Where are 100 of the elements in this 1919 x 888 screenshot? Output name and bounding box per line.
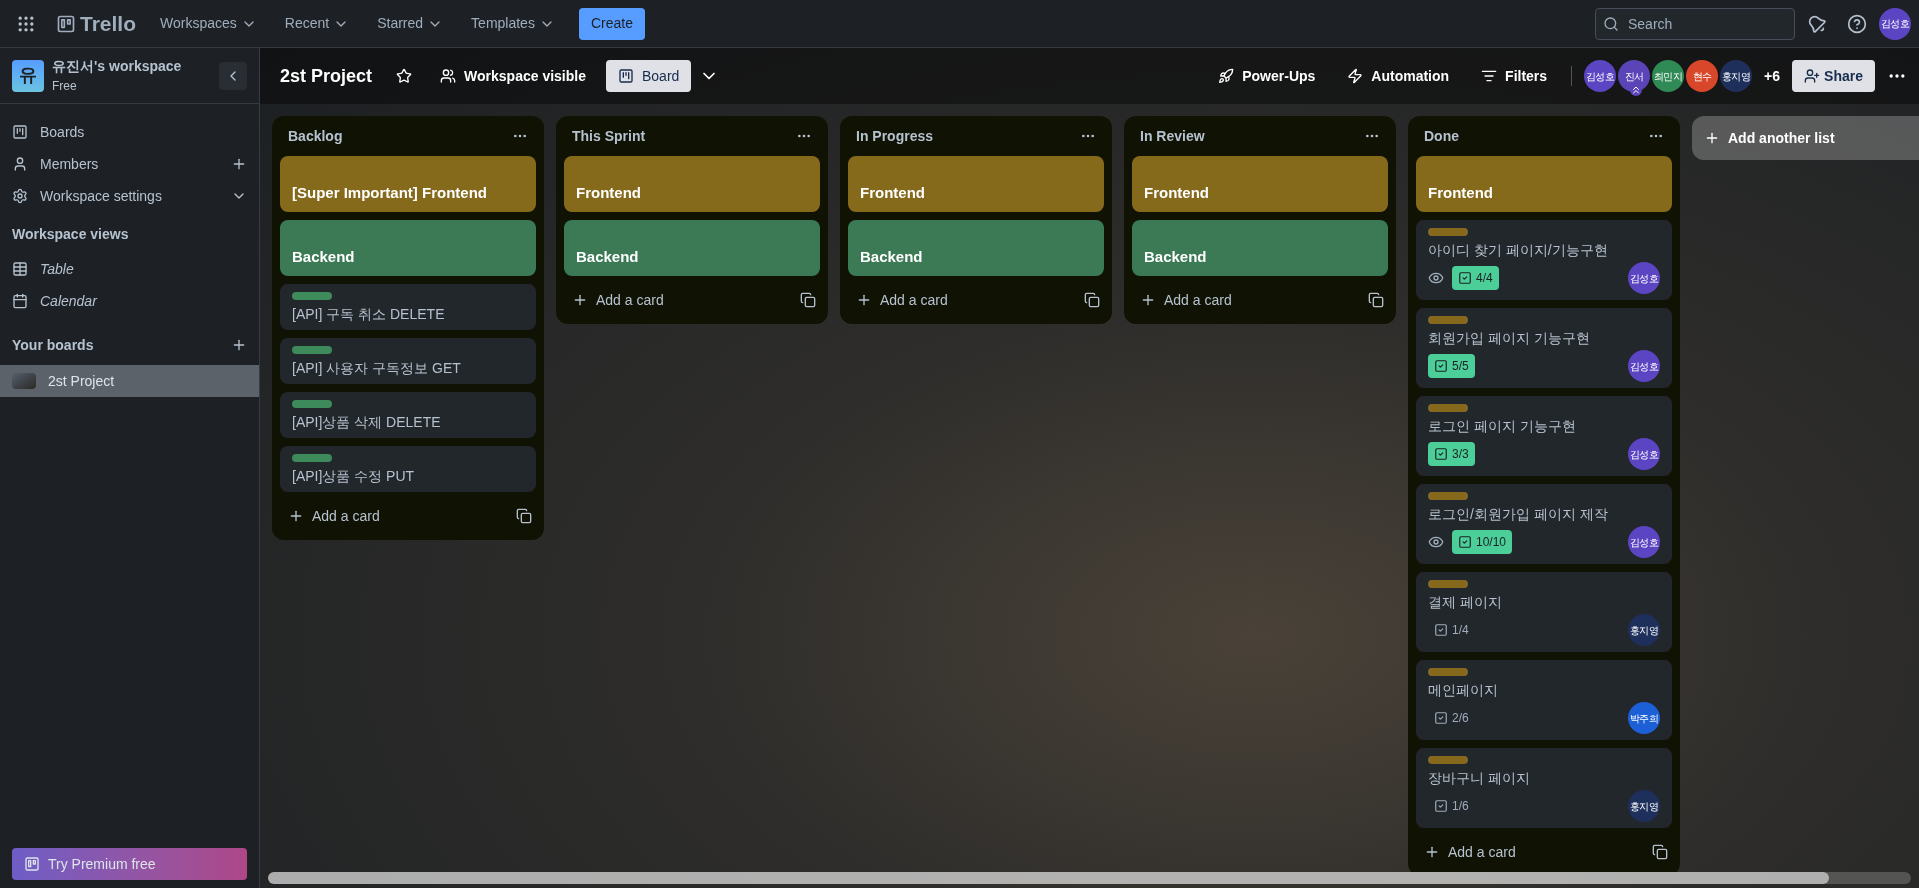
checklist-icon [1434, 799, 1448, 813]
sidebar-item[interactable]: Workspace settings [40, 185, 219, 207]
card-title: 회원가입 페이지 기능구현 [1428, 329, 1591, 348]
card-cover[interactable]: Backend [848, 220, 1104, 276]
card[interactable]: 결제 페이지 1/4 홍지영 [1416, 572, 1672, 652]
template-icon[interactable] [1652, 844, 1668, 860]
add-list-button[interactable]: Add another list [1692, 116, 1919, 160]
board-item[interactable]: 2st Project [0, 365, 259, 397]
card-cover[interactable]: Frontend [1132, 156, 1388, 212]
add-card-button[interactable]: Add a card [1420, 841, 1520, 863]
board-thumbnail [12, 373, 36, 389]
visibility-button[interactable]: Workspace visible [428, 60, 598, 92]
member-avatar[interactable]: 김성호 [1879, 7, 1911, 40]
member-avatar[interactable]: 박주희 [1628, 702, 1660, 734]
card-title: [API]상품 수정 PUT [292, 467, 416, 486]
card[interactable]: [API]상품 삭제 DELETE [280, 392, 536, 438]
premium-button[interactable]: Try Premium free [12, 848, 247, 880]
card[interactable]: 회원가입 페이지 기능구현 5/5 김성호 [1416, 308, 1672, 388]
card-cover[interactable]: Frontend [1416, 156, 1672, 212]
header-action[interactable]: Filters [1469, 60, 1560, 92]
member-avatar[interactable]: 홍지영 [1628, 790, 1660, 822]
table-icon [12, 261, 28, 277]
nav-menu[interactable]: Templates [459, 7, 567, 40]
add-card-button[interactable]: Add a card [284, 505, 384, 527]
checklist-icon [1458, 271, 1472, 285]
workspace-plan: Free [52, 78, 78, 95]
card-cover[interactable]: Frontend [564, 156, 820, 212]
list-title[interactable]: Backlog [288, 125, 343, 147]
board-icon [24, 856, 40, 872]
add-icon[interactable] [231, 156, 247, 172]
list-title[interactable]: This Sprint [572, 125, 646, 147]
member-avatar[interactable]: 김성호 [1628, 438, 1660, 470]
view-tab[interactable]: Board [605, 60, 692, 92]
plus-icon [1140, 292, 1156, 308]
sidebar-item[interactable]: Members [40, 153, 219, 175]
plus-icon [1424, 844, 1440, 860]
card[interactable]: 로그인 페이지 기능구현 3/3 김성호 [1416, 396, 1672, 476]
plus-icon [856, 292, 872, 308]
card[interactable]: 아이디 찾기 페이지/기능구현 4/4 김성호 [1416, 220, 1672, 300]
template-icon[interactable] [516, 508, 532, 524]
member-avatar[interactable]: 홍지영 [1628, 614, 1660, 646]
add-card-button[interactable]: Add a card [852, 289, 952, 311]
list-title[interactable]: In Review [1140, 125, 1205, 147]
card-cover[interactable]: Backend [1132, 220, 1388, 276]
star-icon[interactable] [396, 68, 413, 84]
card[interactable]: 메인페이지 2/6 박주희 [1416, 660, 1672, 740]
more-members-count[interactable]: +6 [1760, 65, 1785, 87]
add-user-icon [1804, 68, 1821, 84]
add-card-button[interactable]: Add a card [1136, 289, 1236, 311]
sidebar-item[interactable]: Table [40, 258, 74, 280]
template-icon[interactable] [1084, 292, 1100, 308]
list-title[interactable]: Done [1424, 125, 1459, 147]
help-icon[interactable] [1847, 13, 1867, 34]
checklist-icon [1434, 447, 1448, 461]
card-cover[interactable]: Backend [280, 220, 536, 276]
plus-icon [288, 508, 304, 524]
checklist-count: 10/10 [1476, 534, 1507, 551]
settings-icon [12, 188, 28, 204]
card-title: 메인페이지 [1428, 681, 1499, 700]
create-button[interactable]: Create [578, 7, 645, 40]
sidebar-item[interactable]: Boards [40, 121, 247, 143]
sidebar-item[interactable]: Calendar [40, 290, 97, 312]
share-button[interactable]: Share [1792, 60, 1875, 92]
card-cover[interactable]: Backend [564, 220, 820, 276]
member-avatar[interactable]: 김성호 [1628, 526, 1660, 558]
nav-menu[interactable]: Workspaces [148, 7, 269, 40]
member-avatar[interactable]: 진서 [1618, 60, 1651, 92]
member-avatar[interactable]: 김성호 [1628, 262, 1660, 294]
add-icon[interactable] [231, 337, 247, 353]
section-title: Workspace views [11, 225, 130, 244]
member-avatar[interactable]: 최민지 [1652, 60, 1685, 92]
card-title: [API]상품 삭제 DELETE [292, 413, 442, 432]
card[interactable]: 로그인/회원가입 페이지 제작 10/10 김성호 [1416, 484, 1672, 564]
member-avatar[interactable]: 김성호 [1584, 60, 1617, 92]
card-title: 로그인/회원가입 페이지 제작 [1428, 505, 1609, 524]
search-field[interactable]: Search [1595, 7, 1795, 40]
nav-menu[interactable]: Starred [365, 7, 456, 40]
card[interactable]: [API]상품 수정 PUT [280, 446, 536, 492]
board-icon [617, 68, 634, 84]
header-action[interactable]: Automation [1335, 60, 1462, 92]
card-cover[interactable]: Frontend [848, 156, 1104, 212]
automation-icon [1347, 68, 1364, 84]
collapse-sidebar-button[interactable] [219, 61, 247, 90]
boards-icon [12, 124, 28, 140]
member-avatar[interactable]: 홍지영 [1720, 60, 1753, 92]
workspace-avatar: 유 [12, 59, 44, 92]
member-avatar[interactable]: 현수 [1686, 60, 1719, 92]
template-icon[interactable] [800, 292, 816, 308]
card[interactable]: 장바구니 페이지 1/6 홍지영 [1416, 748, 1672, 828]
header-action[interactable]: Power-Ups [1206, 60, 1328, 92]
plus-icon [572, 292, 588, 308]
add-card-button[interactable]: Add a card [568, 289, 668, 311]
list-title[interactable]: In Progress [856, 125, 934, 147]
card-cover[interactable]: [Super Important] Frontend [280, 156, 536, 212]
board-title[interactable]: 2st Project [272, 62, 381, 90]
member-avatar[interactable]: 김성호 [1628, 350, 1660, 382]
card[interactable]: [API] 구독 취소 DELETE [280, 284, 536, 330]
nav-menu[interactable]: Recent [272, 7, 362, 40]
card[interactable]: [API] 사용자 구독정보 GET [280, 338, 536, 384]
template-icon[interactable] [1368, 292, 1384, 308]
